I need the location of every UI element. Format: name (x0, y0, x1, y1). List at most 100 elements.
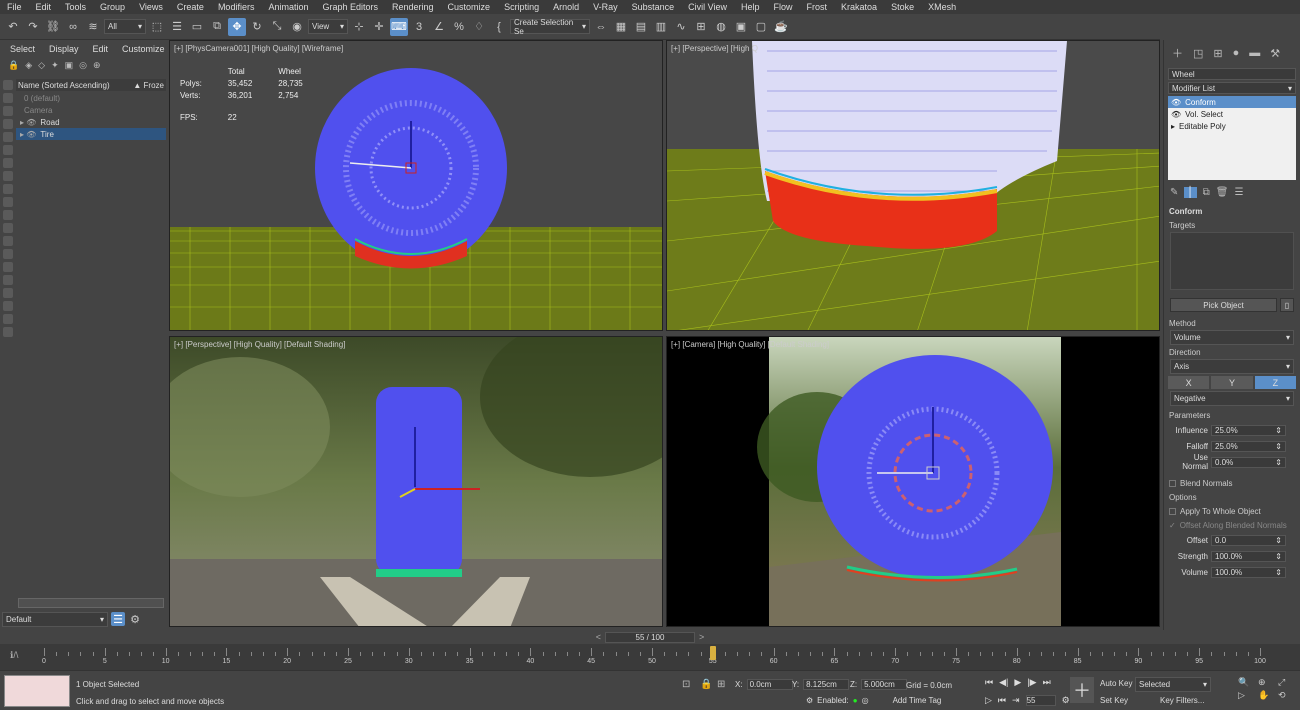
apply-whole-checkbox[interactable]: Apply To Whole Object (1164, 504, 1300, 518)
scene-tab[interactable]: Customize (122, 44, 165, 54)
select-object-icon[interactable]: ⬚ (148, 18, 166, 36)
strip-icon[interactable] (3, 184, 13, 194)
redo-icon[interactable]: ↷ (24, 18, 42, 36)
pick-object-button[interactable]: Pick Object (1170, 298, 1277, 312)
z-field[interactable]: 5.000cm (861, 679, 908, 690)
modifier-visibility-icon[interactable]: 👁 (1171, 98, 1181, 107)
prev-frame-icon[interactable]: < (596, 632, 601, 642)
offset-value[interactable]: 0.0 (1215, 536, 1226, 545)
viewport-label[interactable]: [+] [Perspective] [High Quality] [Defaul… (174, 340, 345, 349)
viewport-camera-wireframe[interactable]: [+] [PhysCamera001] [High Quality] [Wire… (169, 40, 663, 331)
menu-item[interactable]: Substance (625, 2, 682, 12)
menu-item[interactable]: V-Ray (586, 2, 625, 12)
menu-item[interactable]: Graph Editors (315, 2, 385, 12)
strip-icon[interactable] (3, 236, 13, 246)
goto-end-icon[interactable]: ⏭ (1043, 677, 1051, 688)
viewport-camera-shaded[interactable]: [+] [Camera] [High Quality] [Default Sha… (666, 336, 1160, 627)
menu-item[interactable]: Arnold (546, 2, 586, 12)
scene-tab[interactable]: Display (49, 44, 79, 54)
fov-icon[interactable]: ▷ (1238, 690, 1256, 701)
undo-icon[interactable]: ↶ (4, 18, 22, 36)
strip-icon[interactable] (3, 80, 13, 90)
percent-snap-icon[interactable]: % (450, 18, 468, 36)
strip-icon[interactable] (3, 262, 13, 272)
menu-item[interactable]: Tools (58, 2, 93, 12)
method-dropdown[interactable]: Volume ▾ (1170, 330, 1294, 345)
render-frame-icon[interactable]: ▢ (752, 18, 770, 36)
object-name-field[interactable]: Wheel (1168, 68, 1296, 80)
menu-item[interactable]: File (0, 2, 29, 12)
menu-item[interactable]: Civil View (681, 2, 734, 12)
select-by-name-icon[interactable]: ☰ (168, 18, 186, 36)
display-tab-icon[interactable]: ▬ (1249, 47, 1260, 59)
strip-icon[interactable] (3, 106, 13, 116)
x-field[interactable]: 0.0cm (746, 679, 793, 690)
schematic-icon[interactable]: ⊞ (692, 18, 710, 36)
influence-spinner[interactable]: Influence 25.0% ⇕ (1164, 422, 1300, 438)
viewport-label[interactable]: [+] [Perspective] [High Q (671, 44, 758, 53)
filter-shapes-icon[interactable]: ◇ (38, 60, 45, 71)
modify-tab-icon[interactable]: ◳ (1193, 47, 1203, 60)
key-mode-icon[interactable]: ⏮ (998, 695, 1006, 706)
adaptive-icon[interactable]: ⚙ (806, 696, 813, 705)
set-key-big-icon[interactable]: ＋ (1070, 677, 1094, 703)
pin-stack-icon[interactable]: ✎ (1170, 187, 1178, 198)
unlink-icon[interactable]: ∞ (64, 18, 82, 36)
menu-item[interactable]: Create (170, 2, 211, 12)
scene-scrollbar[interactable] (18, 598, 164, 608)
strip-icon[interactable] (3, 249, 13, 259)
motion-tab-icon[interactable]: ● (1233, 47, 1240, 59)
time-config-icon[interactable]: ⚙ (1062, 695, 1070, 706)
strip-icon[interactable] (3, 171, 13, 181)
visibility-eye-icon[interactable]: ▸ 👁 (20, 118, 36, 127)
utilities-tab-icon[interactable]: ⚒ (1270, 47, 1280, 60)
strip-icon[interactable] (3, 314, 13, 324)
viewport-perspective-shaded[interactable]: [+] [Perspective] [High Quality] [Defaul… (169, 336, 663, 627)
hierarchy-tab-icon[interactable]: ⊞ (1213, 47, 1222, 60)
prev-key-icon[interactable]: ◀| (999, 677, 1008, 688)
time-tag-icon[interactable]: ◎ (862, 696, 869, 705)
key-mode-icon[interactable]: ▷ (985, 695, 992, 706)
scene-explorer-icon[interactable]: ▦ (612, 18, 630, 36)
strip-icon[interactable] (3, 223, 13, 233)
named-selection-dropdown[interactable]: Create Selection Se ▾ (510, 18, 590, 36)
modifier-stack-item[interactable]: ▸ Editable Poly (1168, 120, 1296, 132)
menu-item[interactable]: Edit (29, 2, 59, 12)
menu-item[interactable]: Help (734, 2, 767, 12)
strip-icon[interactable] (3, 119, 13, 129)
menu-item[interactable]: Group (93, 2, 132, 12)
set-key-button[interactable]: Set Key (1100, 696, 1128, 705)
zoom-icon[interactable]: 🔍 (1238, 677, 1256, 688)
time-slider[interactable]: 55 / 100 (605, 631, 695, 643)
select-manipulate-icon[interactable]: ✛ (370, 18, 388, 36)
next-key-icon[interactable]: |▶ (1027, 677, 1036, 688)
track-bar-menu-icon[interactable]: ℹ/\ (10, 650, 18, 661)
goto-start-icon[interactable]: ⏮ (985, 677, 993, 688)
current-frame-field[interactable]: 55 (1025, 695, 1056, 706)
layer-list-icon[interactable]: ☰ (111, 612, 125, 626)
filter-more-icon[interactable]: ⊕ (93, 60, 101, 71)
filter-helpers-icon[interactable]: ◎ (79, 60, 87, 71)
material-editor-icon[interactable]: ◍ (712, 18, 730, 36)
modifier-stack-item[interactable]: 👁 Vol. Select (1168, 108, 1296, 120)
curve-editor-icon[interactable]: ∿ (672, 18, 690, 36)
menu-item[interactable]: Customize (441, 2, 498, 12)
pivot-center-icon[interactable]: ⊹ (350, 18, 368, 36)
enabled-toggle[interactable]: ● (853, 696, 858, 705)
spinner-snap-icon[interactable]: ♢ (470, 18, 488, 36)
filter-geometry-icon[interactable]: ◈ (25, 60, 32, 71)
next-frame-icon[interactable]: > (699, 632, 704, 642)
offset-spinner[interactable]: Offset 0.0 ⇕ (1164, 532, 1300, 548)
zoom-all-icon[interactable]: ⊕ (1258, 677, 1276, 688)
strip-icon[interactable] (3, 158, 13, 168)
menu-item[interactable]: Modifiers (211, 2, 262, 12)
viewport-label[interactable]: [+] [PhysCamera001] [High Quality] [Wire… (174, 44, 343, 53)
selection-filter-dropdown[interactable]: All ▾ (104, 19, 146, 34)
blend-normals-checkbox[interactable]: Blend Normals (1164, 476, 1300, 490)
falloff-spinner[interactable]: Falloff 25.0% ⇕ (1164, 438, 1300, 454)
strength-value[interactable]: 100.0% (1215, 552, 1242, 561)
key-filters-button[interactable]: Key Filters... (1160, 696, 1204, 705)
scene-tree-row[interactable]: ▸ 👁 Road (16, 116, 166, 128)
modifier-visibility-icon[interactable]: 👁 (1171, 110, 1181, 119)
auto-key-button[interactable]: Auto Key (1100, 679, 1132, 688)
